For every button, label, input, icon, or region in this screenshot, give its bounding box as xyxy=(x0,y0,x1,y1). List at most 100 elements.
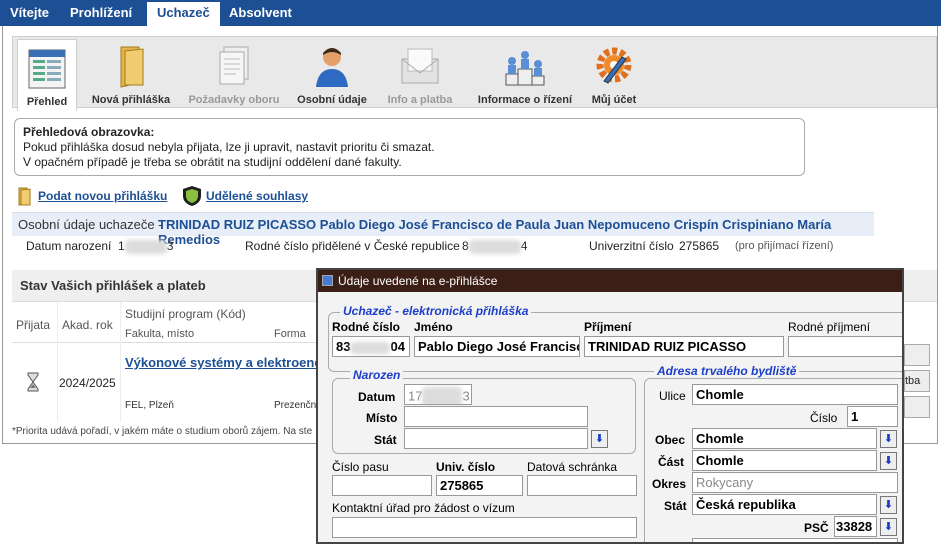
info-box: Přehledová obrazovka: Pokud přihláška do… xyxy=(14,118,805,176)
datum-field[interactable]: 17 3 xyxy=(404,384,472,405)
psc-dropdown[interactable]: ⬇ xyxy=(880,518,897,536)
toolbar-nova-prihlaska[interactable]: Nová přihláška xyxy=(85,37,177,109)
dialog-title: Údaje uvedené na e-přihlášce xyxy=(338,274,498,288)
stat-bydliste-dropdown[interactable]: ⬇ xyxy=(880,496,897,514)
toolbar-info-label: Info a platba xyxy=(387,94,453,106)
toolbar-info-a-platba[interactable]: Info a platba xyxy=(381,37,459,109)
univerzitni-cislo-note: (pro přijímací řízení) xyxy=(735,240,834,252)
tab-prohlizeni[interactable]: Prohlížení xyxy=(60,0,142,26)
table-divider xyxy=(12,342,322,343)
datum-end: 3 xyxy=(462,388,470,404)
osobni-udaje-label: Osobní údaje uchazeče - xyxy=(18,217,163,232)
univ-cislo-field[interactable]: 275865 xyxy=(436,475,523,496)
rodne-cislo-label: Rodné číslo xyxy=(332,320,401,334)
datum-start: 17 xyxy=(408,388,423,404)
chevron-down-icon: ⬇ xyxy=(594,433,605,445)
datum-narozeni-start: 1 xyxy=(118,239,125,253)
row-forma: Prezenční xyxy=(274,400,320,411)
prijmeni-field[interactable]: TRINIDAD RUIZ PICASSO xyxy=(584,336,784,357)
folder-icon xyxy=(120,46,144,88)
platba-button-label: tba xyxy=(905,375,921,387)
redacted-value xyxy=(350,341,391,354)
cast-dropdown[interactable]: ⬇ xyxy=(880,452,897,470)
e-prihlaska-dialog: Údaje uvedené na e-přihlášce Uchazeč - e… xyxy=(316,268,904,544)
cislo-pasu-field[interactable] xyxy=(332,475,432,496)
jmeno-field[interactable]: Pablo Diego José Francisco xyxy=(414,336,580,357)
rodne-cislo-field[interactable]: 83 04 xyxy=(332,336,410,357)
redacted-value xyxy=(422,387,463,404)
misto-label: Místo xyxy=(366,411,398,425)
osobni-udaje-row: Osobní údaje uchazeče - TRINIDAD RUIZ PI… xyxy=(12,212,874,247)
overview-icon xyxy=(28,49,66,89)
udelene-souhlasy-link[interactable]: Udělené souhlasy xyxy=(182,186,308,206)
toolbar-osobni-label: Osobní údaje xyxy=(297,94,367,106)
podium-icon xyxy=(505,51,545,86)
row-action-button[interactable] xyxy=(904,396,930,418)
tab-uchazec[interactable]: Uchazeč xyxy=(147,2,220,26)
redacted-value xyxy=(124,239,167,254)
row-akad-rok: 2024/2025 xyxy=(59,376,116,390)
cislo-pasu-label: Číslo pasu xyxy=(332,460,389,474)
toolbar-pozadavky-label: Požadavky oboru xyxy=(188,94,280,106)
shield-icon xyxy=(183,186,201,206)
envelope-icon xyxy=(401,48,439,84)
info-line-2: V opačném případě je třeba se obrátit na… xyxy=(23,155,402,169)
datum-narozeni-label: Datum narození xyxy=(26,239,112,253)
chevron-down-icon: ⬇ xyxy=(883,455,894,467)
okres-field[interactable]: Rokycany xyxy=(692,472,898,493)
toolbar-ucet-label: Můj účet xyxy=(591,94,637,106)
rodne-prijmeni-field[interactable] xyxy=(788,336,902,357)
psc-field[interactable]: 33828 xyxy=(834,516,877,537)
podat-novou-prihlasku-link[interactable]: Podat novou přihlášku xyxy=(16,186,167,206)
cislo-field[interactable]: 1 xyxy=(847,406,898,427)
toolbar-muj-ucet[interactable]: Můj účet xyxy=(585,37,643,109)
obec-dropdown[interactable]: ⬇ xyxy=(880,430,897,448)
datova-schranka-label: Datová schránka xyxy=(527,460,618,474)
cast-label: Část xyxy=(658,455,685,469)
toolbar-pozadavky-oboru[interactable]: Požadavky oboru xyxy=(185,37,283,109)
kontaktni-urad-field[interactable] xyxy=(332,517,637,538)
podat-link-label: Podat novou přihlášku xyxy=(38,189,168,203)
obec-field[interactable]: Chomle xyxy=(692,428,877,449)
toolbar-informace-o-rizeni[interactable]: Informace o řízení xyxy=(471,37,579,109)
next-field[interactable] xyxy=(692,538,898,542)
toolbar-prehled[interactable]: Přehled xyxy=(17,39,77,111)
row-action-button[interactable] xyxy=(904,344,930,366)
col-forma: Forma xyxy=(274,328,306,340)
stat-label: Stát xyxy=(374,433,397,447)
ulice-field[interactable]: Chomle xyxy=(692,384,898,405)
chevron-down-icon: ⬇ xyxy=(883,433,894,445)
tab-vitejte[interactable]: Vítejte xyxy=(0,0,59,26)
table-divider xyxy=(120,302,121,422)
uchazec-legend: Uchazeč - elektronická přihláška xyxy=(340,304,532,318)
stat-narozeni-dropdown[interactable]: ⬇ xyxy=(591,430,608,448)
stat-narozeni-field[interactable] xyxy=(404,428,588,449)
toolbar-informace-label: Informace o řízení xyxy=(477,94,573,106)
misto-field[interactable] xyxy=(404,406,588,427)
folder-icon xyxy=(18,187,31,206)
priority-footnote: *Priorita udává pořadí, v jakém máte o s… xyxy=(12,426,313,437)
cast-field[interactable]: Chomle xyxy=(692,450,877,471)
stat-bydliste-field[interactable]: Česká republika xyxy=(692,494,877,515)
platba-button[interactable]: tba xyxy=(904,370,930,392)
psc-label: PSČ xyxy=(804,521,829,535)
okres-label: Okres xyxy=(652,477,687,491)
top-navigation: Vítejte Prohlížení Uchazeč Absolvent xyxy=(0,0,941,26)
souhlasy-link-label: Udělené souhlasy xyxy=(206,189,309,203)
rodne-cislo-value: 84 xyxy=(462,239,527,254)
rodne-cislo-label: Rodné číslo přidělené v České republice xyxy=(245,239,460,253)
kontaktni-urad-label: Kontaktní úřad pro žádost o vízum xyxy=(332,501,515,515)
rodne-cislo-end: 04 xyxy=(390,339,405,354)
redacted-value xyxy=(468,239,521,254)
toolbar-nova-label: Nová přihláška xyxy=(91,94,171,106)
datum-narozeni-end: 3 xyxy=(166,239,174,253)
toolbar-osobni-udaje[interactable]: Osobní údaje xyxy=(293,37,371,109)
cislo-label: Číslo xyxy=(810,411,838,425)
rodne-cislo-end: 4 xyxy=(520,239,528,253)
dialog-title-bar: Údaje uvedené na e-přihlášce xyxy=(318,270,902,292)
row-program-link[interactable]: Výkonové systémy a elektroene xyxy=(125,355,322,370)
univ-cislo-label: Univ. číslo xyxy=(436,460,496,474)
tab-absolvent[interactable]: Absolvent xyxy=(219,0,302,26)
datova-schranka-field[interactable] xyxy=(527,475,637,496)
person-icon xyxy=(316,48,348,87)
